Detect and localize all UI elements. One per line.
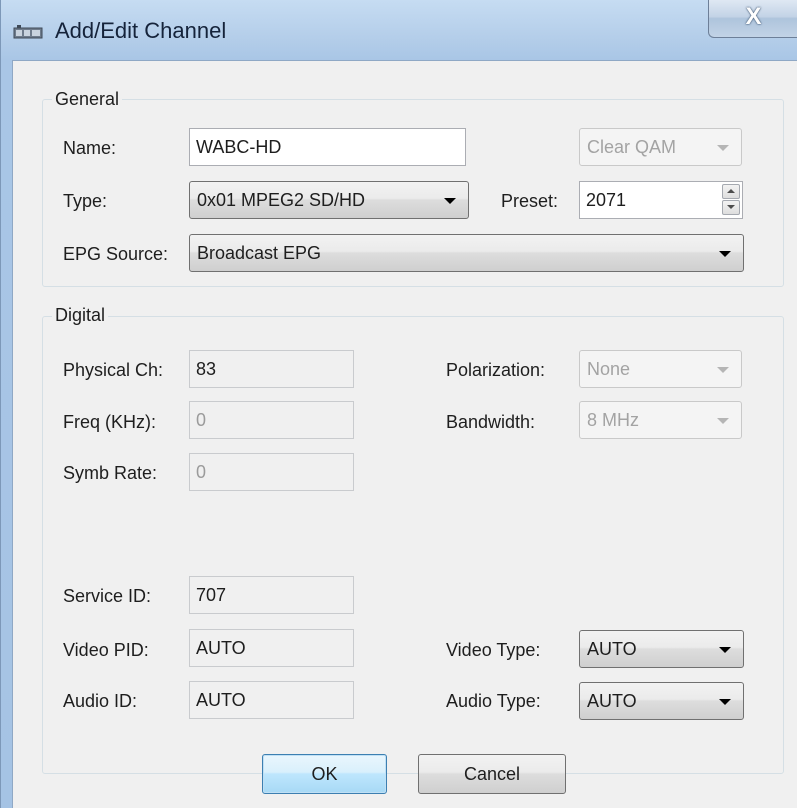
audio-id-label: Audio ID: (63, 691, 138, 711)
chevron-down-icon (717, 145, 729, 151)
close-icon: X (745, 3, 762, 30)
service-id-field[interactable]: 707 (189, 576, 354, 614)
symbol-rate-field: 0 (189, 453, 354, 491)
name-input[interactable]: WABC-HD (189, 128, 466, 166)
cancel-button[interactable]: Cancel (418, 754, 566, 794)
audio-type-select[interactable]: AUTO (579, 682, 744, 720)
type-select[interactable]: 0x01 MPEG2 SD/HD (189, 181, 469, 219)
physical-channel-field[interactable]: 83 (189, 350, 354, 388)
modulation-select: Clear QAM (579, 128, 742, 166)
spin-up-icon[interactable] (722, 184, 740, 199)
type-value: 0x01 MPEG2 SD/HD (197, 190, 366, 210)
preset-stepper[interactable]: 2071 (579, 181, 743, 219)
epg-source-label: EPG Source: (63, 244, 169, 264)
video-pid-label: Video PID: (63, 640, 149, 660)
epg-source-value: Broadcast EPG (197, 243, 322, 263)
epg-source-select[interactable]: Broadcast EPG (189, 234, 744, 272)
name-label: Name: (63, 138, 117, 158)
polarization-label: Polarization: (446, 360, 546, 380)
preset-label: Preset: (501, 191, 559, 211)
service-id-label: Service ID: (63, 586, 152, 606)
close-button[interactable]: X (708, 0, 797, 38)
audio-type-label: Audio Type: (446, 691, 541, 711)
chevron-down-icon (444, 198, 456, 204)
polarization-select: None (579, 350, 742, 388)
window-title: Add/Edit Channel (55, 18, 227, 43)
video-type-label: Video Type: (446, 640, 541, 660)
dialog-window: Add/Edit Channel X General Name: WABC-HD… (0, 0, 797, 808)
type-label: Type: (63, 191, 108, 211)
video-pid-field[interactable]: AUTO (189, 629, 354, 667)
chevron-down-icon (717, 367, 729, 373)
frequency-field: 0 (189, 401, 354, 439)
audio-type-value: AUTO (587, 691, 637, 711)
preset-spin-buttons (722, 184, 740, 216)
physical-channel-label: Physical Ch: (63, 360, 164, 380)
spin-down-icon[interactable] (722, 200, 740, 215)
general-group-legend: General (52, 88, 123, 110)
chevron-down-icon (719, 251, 731, 257)
dialog-client-area: General Name: WABC-HD Clear QAM Type: 0x… (12, 60, 797, 808)
chevron-down-icon (717, 418, 729, 424)
polarization-value: None (587, 359, 631, 379)
chevron-down-icon (719, 647, 731, 653)
bandwidth-value: 8 MHz (587, 410, 640, 430)
modulation-value: Clear QAM (587, 137, 677, 157)
video-type-select[interactable]: AUTO (579, 630, 744, 668)
symbol-rate-label: Symb Rate: (63, 463, 158, 483)
video-type-value: AUTO (587, 639, 637, 659)
frequency-label: Freq (KHz): (63, 412, 157, 432)
bandwidth-label: Bandwidth: (446, 412, 536, 432)
ok-button[interactable]: OK (262, 754, 387, 794)
bandwidth-select: 8 MHz (579, 401, 742, 439)
app-icon (13, 25, 43, 39)
title-bar[interactable]: Add/Edit Channel X (1, 0, 797, 60)
digital-group-legend: Digital (52, 304, 109, 326)
chevron-down-icon (719, 699, 731, 705)
audio-id-field[interactable]: AUTO (189, 681, 354, 719)
preset-value: 2071 (586, 190, 627, 210)
